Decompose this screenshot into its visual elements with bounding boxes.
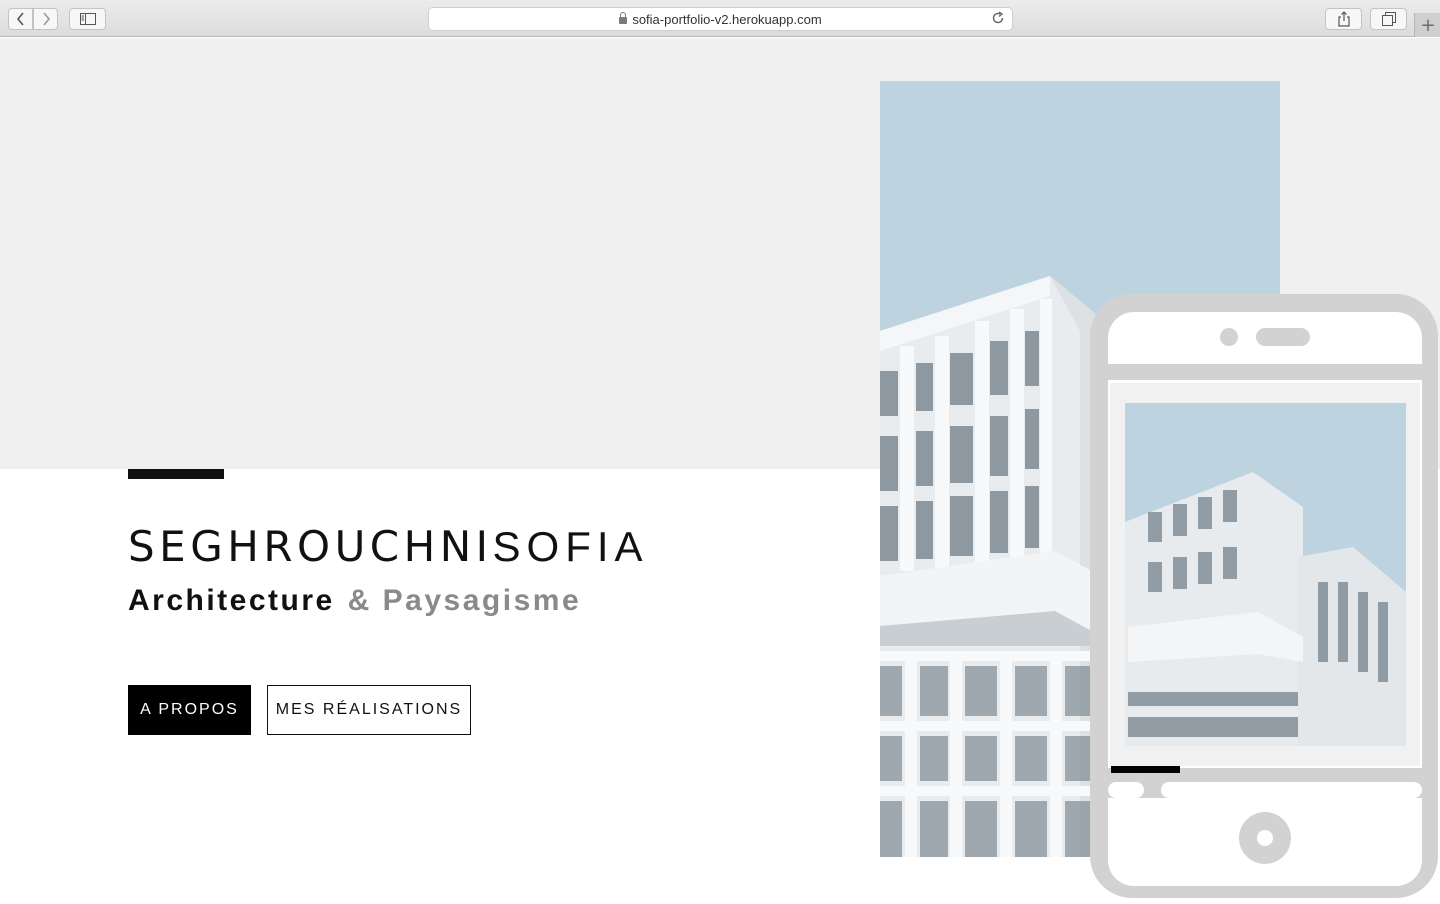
subtitle-main: Architecture [128,584,335,617]
url-text: sofia-portfolio-v2.herokuapp.com [632,11,822,27]
about-button[interactable]: A PROPOS [128,685,251,735]
forward-button[interactable] [33,8,58,30]
sidebar-toggle-button[interactable] [69,8,106,30]
phone-mockup [1088,292,1440,900]
browser-toolbar: sofia-portfolio-v2.herokuapp.com + [0,0,1440,37]
plus-icon: + [1420,14,1436,36]
tabs-overview-button[interactable] [1370,8,1407,30]
title-firstname: SOFIA [492,523,649,570]
subtitle-rest: & Paysagisme [347,584,582,617]
page-subtitle: Architecture & Paysagisme [128,586,581,616]
accent-bar [128,469,224,479]
share-button[interactable] [1325,8,1362,30]
lock-icon [619,11,628,24]
title-lastname: SEGHROUCHNI [128,522,493,571]
reload-icon[interactable] [991,11,1005,25]
camera-icon [1220,328,1238,346]
progress-indicator [1111,766,1180,773]
chevron-right-icon [42,12,50,26]
speaker-icon [1256,328,1310,346]
new-tab-button[interactable]: + [1414,13,1440,37]
page: SEGHROUCHNISOFIA Architecture & Paysagis… [0,38,1440,900]
sidebar-icon [79,13,96,25]
back-button[interactable] [8,8,33,30]
chevron-left-icon [16,12,24,26]
page-title: SEGHROUCHNISOFIA [128,526,649,568]
address-bar[interactable]: sofia-portfolio-v2.herokuapp.com [428,7,1013,31]
tabs-overview-icon [1381,12,1396,26]
share-icon [1337,11,1350,27]
works-button[interactable]: MES RÉALISATIONS [267,685,471,735]
